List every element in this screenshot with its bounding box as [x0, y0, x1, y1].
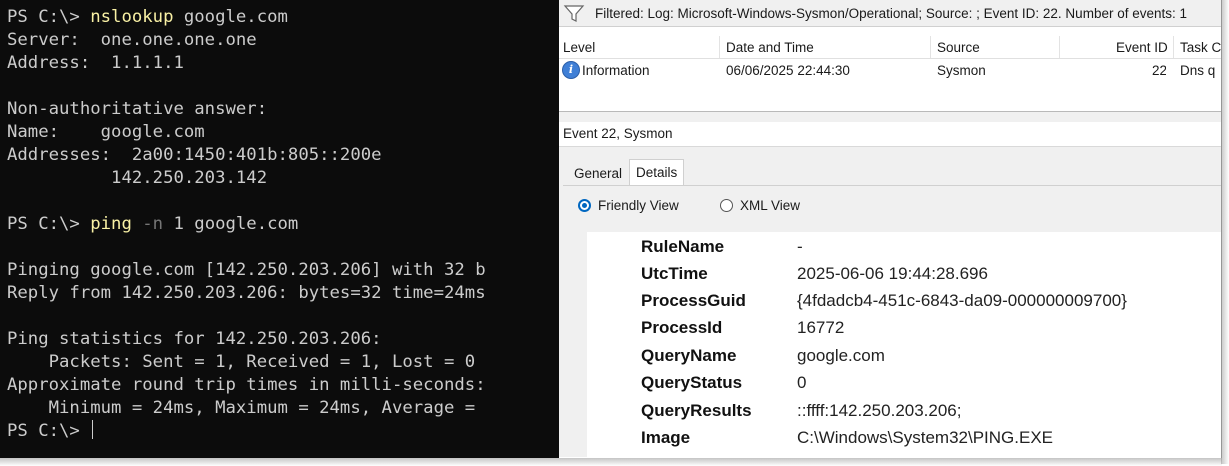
filter-bar: Filtered: Log: Microsoft-Windows-Sysmon/… — [559, 0, 1221, 27]
friendly-view-label: Friendly View — [598, 198, 679, 213]
terminal-line: PS C:\> nslookup google.com — [7, 7, 288, 27]
terminal-line: Reply from 142.250.203.206: bytes=32 tim… — [7, 283, 486, 303]
detail-key: QueryResults — [641, 401, 752, 420]
tab-details[interactable]: Details — [629, 159, 685, 186]
event-details-pane: General Details Friendly View XML View R… — [559, 147, 1221, 458]
detail-row: Image C:\Windows\System32\PING.EXE — [587, 424, 1221, 451]
detail-row: UtcTime 2025-06-06 19:44:28.696 — [587, 260, 1221, 287]
column-header-level[interactable]: Level — [563, 40, 595, 55]
terminal-line: Address: 1.1.1.1 — [7, 53, 184, 73]
terminal-line: Server: one.one.one.one — [7, 30, 257, 50]
terminal-line: Approximate round trip times in milli-se… — [7, 375, 486, 395]
filter-funnel-icon — [563, 3, 585, 23]
friendly-view-radio[interactable]: Friendly View — [578, 198, 679, 213]
radio-selected-icon — [578, 199, 591, 212]
detail-key: QueryName — [641, 346, 737, 365]
event-list-header: Level Date and Time Source Event ID Task… — [559, 36, 1221, 59]
row-event-id: 22 — [1152, 63, 1166, 78]
row-source: Sysmon — [937, 63, 986, 78]
detail-value: 0 — [797, 373, 807, 392]
frame-shadow — [1221, 0, 1229, 464]
terminal-line: 142.250.203.142 — [7, 168, 268, 188]
detail-value: 16772 — [797, 318, 845, 337]
friendly-view-details: RuleName - UtcTime 2025-06-06 19:44:28.6… — [587, 232, 1221, 458]
row-task: Dns q — [1180, 63, 1216, 78]
detail-row: QueryResults ::ffff:142.250.203.206; — [587, 397, 1221, 424]
row-datetime: 06/06/2025 22:44:30 — [726, 63, 850, 78]
detail-row: ProcessId 16772 — [587, 314, 1221, 341]
xml-view-radio[interactable]: XML View — [720, 198, 800, 213]
xml-view-label: XML View — [740, 198, 801, 213]
column-header-datetime[interactable]: Date and Time — [726, 40, 814, 55]
column-header-event-id[interactable]: Event ID — [1116, 40, 1168, 55]
terminal-line: Name: google.com — [7, 122, 205, 142]
event-row[interactable]: Information 06/06/2025 22:44:30 Sysmon 2… — [559, 60, 1221, 82]
terminal-line: Ping statistics for 142.250.203.206: — [7, 329, 382, 349]
terminal-line: Addresses: 2a00:1450:401b:805::200e — [7, 145, 382, 165]
terminal-line: PS C:\> ping -n 1 google.com — [7, 214, 299, 234]
detail-row: ProcessGuid {4fdadcb4-451c-6843-da09-000… — [587, 287, 1221, 314]
detail-row: RuleName - — [587, 233, 1221, 260]
powershell-terminal[interactable]: PS C:\> nslookup google.com Server: one.… — [0, 0, 559, 458]
radio-unselected-icon — [720, 199, 733, 212]
column-header-task[interactable]: Task C — [1180, 40, 1221, 55]
row-level: Information — [582, 63, 650, 78]
filter-text: Filtered: Log: Microsoft-Windows-Sysmon/… — [595, 5, 1187, 21]
detail-row: QueryStatus 0 — [587, 369, 1221, 396]
terminal-line: Minimum = 24ms, Maximum = 24ms, Average … — [7, 398, 476, 418]
detail-value: C:\Windows\System32\PING.EXE — [797, 428, 1054, 447]
frame-shadow — [0, 458, 1222, 466]
event-pane-title: Event 22, Sysmon — [559, 122, 1221, 147]
column-header-source[interactable]: Source — [937, 40, 980, 55]
detail-key: ProcessId — [641, 318, 723, 337]
event-viewer-panel: Filtered: Log: Microsoft-Windows-Sysmon/… — [559, 0, 1222, 458]
detail-key: UtcTime — [641, 264, 708, 283]
text-cursor — [92, 420, 94, 439]
terminal-line: Pinging google.com [142.250.203.206] wit… — [7, 260, 486, 280]
detail-value: - — [797, 237, 803, 256]
terminal-line: Non-authoritative answer: — [7, 99, 268, 119]
detail-key: QueryStatus — [641, 373, 743, 392]
detail-value: {4fdadcb4-451c-6843-da09-000000009700} — [797, 291, 1127, 310]
detail-key: Image — [641, 428, 691, 447]
detail-row: QueryName google.com — [587, 342, 1221, 369]
terminal-line: Packets: Sent = 1, Received = 1, Lost = … — [7, 352, 476, 372]
terminal-prompt-line[interactable]: PS C:\> — [7, 420, 559, 443]
detail-value: ::ffff:142.250.203.206; — [797, 401, 962, 420]
detail-key: RuleName — [641, 237, 725, 256]
tab-general[interactable]: General — [568, 162, 628, 186]
detail-key: ProcessGuid — [641, 291, 746, 310]
detail-value: google.com — [797, 346, 885, 365]
detail-value: 2025-06-06 19:44:28.696 — [797, 264, 988, 283]
